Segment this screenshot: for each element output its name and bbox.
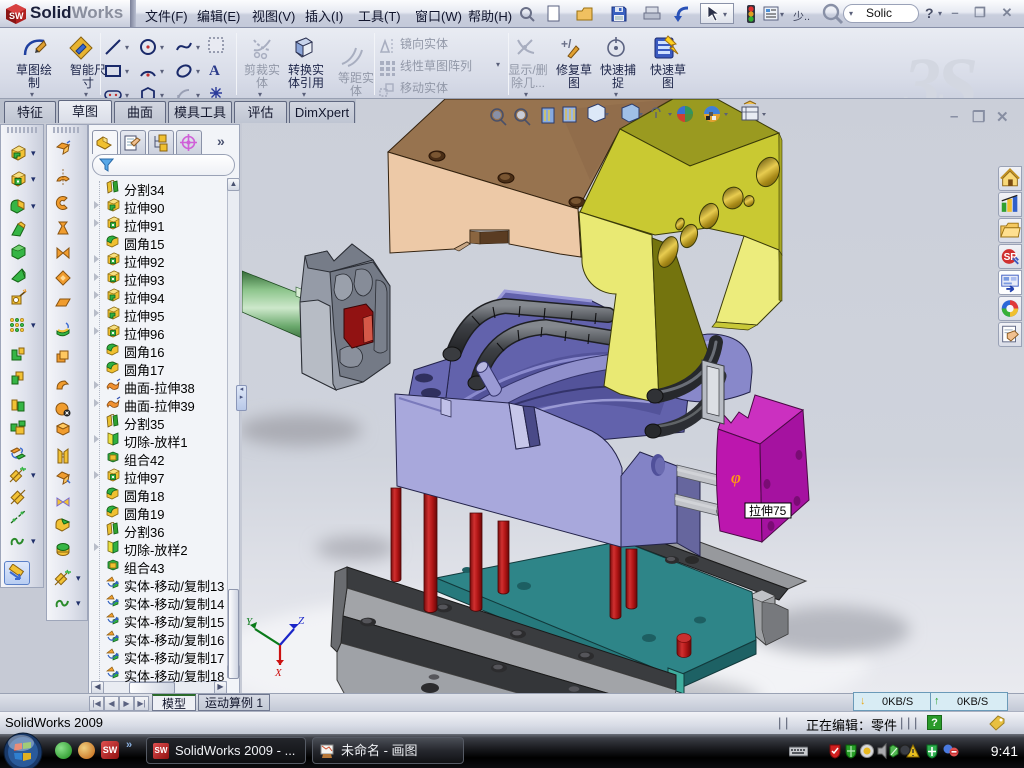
svg-text:φ: φ [731, 468, 741, 487]
svg-text:X: X [274, 667, 283, 679]
svg-text:Z: Z [298, 615, 305, 627]
svg-text:拉伸75: 拉伸75 [749, 503, 787, 518]
svg-text:A: A [209, 63, 220, 78]
svg-text:SW: SW [9, 11, 24, 21]
svg-text:+/: +/ [561, 37, 572, 51]
